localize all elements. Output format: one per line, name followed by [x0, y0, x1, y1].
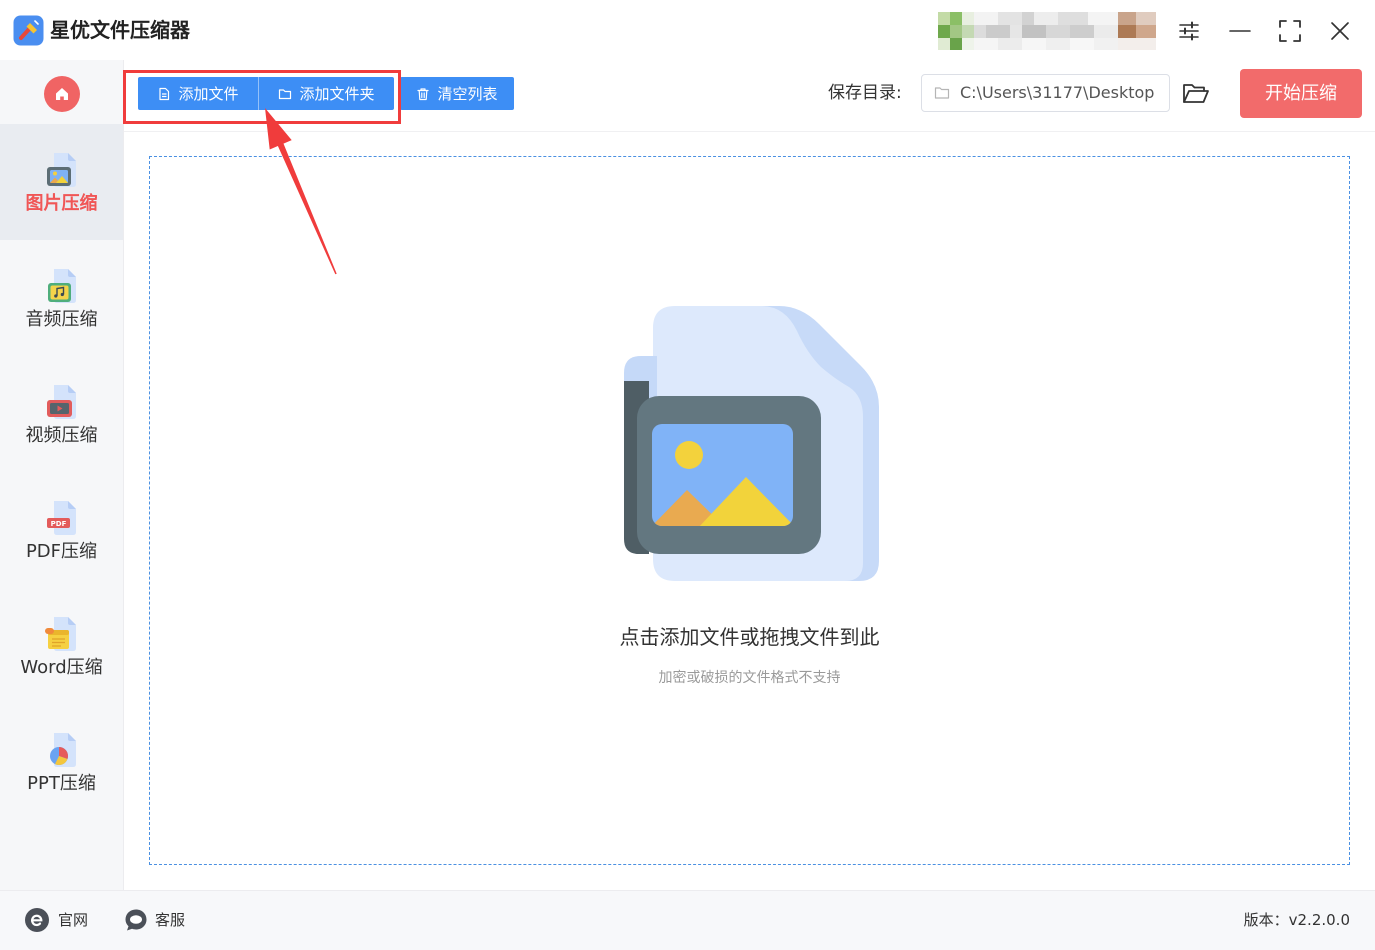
ie-icon [25, 908, 49, 932]
chat-icon [124, 908, 148, 932]
image-file-illustration [624, 306, 879, 581]
version-text: 版本：v2.2.0.0 [1243, 911, 1350, 929]
app-logo-icon [13, 15, 44, 46]
trash-icon [417, 87, 430, 100]
audio-compress-icon [42, 266, 82, 306]
sidebar-item-label: 音频压缩 [25, 309, 98, 330]
save-dir-input[interactable]: C:\Users\31177\Desktop [921, 74, 1170, 112]
sidebar-item-label: 图片压缩 [25, 193, 98, 214]
clear-list-button[interactable]: 清空列表 [400, 77, 514, 110]
user-avatar[interactable] [938, 12, 1156, 50]
clear-list-label: 清空列表 [437, 85, 498, 103]
website-label: 官网 [58, 911, 89, 929]
footer: 官网 客服 版本：v2.2.0.0 [0, 890, 1375, 950]
sidebar-item-audio-compress[interactable]: 音频压缩 [0, 240, 123, 356]
start-compress-button[interactable]: 开始压缩 [1240, 69, 1362, 118]
drop-subhint: 加密或破损的文件格式不支持 [658, 670, 841, 686]
folder-open-icon[interactable] [1182, 80, 1210, 106]
add-file-button[interactable]: 添加文件 [138, 77, 258, 110]
sidebar-item-ppt-compress[interactable]: PPT压缩 [0, 704, 123, 820]
app-window: 星优文件压缩器 图片压缩 音频压缩 视频压缩 PDF PDF压缩 Word压缩 … [0, 0, 1375, 950]
pdf-compress-icon: PDF [42, 498, 82, 538]
add-file-label: 添加文件 [178, 85, 239, 103]
drop-hint: 点击添加文件或拖拽文件到此 [619, 625, 880, 649]
title-bar: 星优文件压缩器 [0, 0, 1375, 60]
home-button[interactable] [44, 76, 80, 112]
add-folder-button[interactable]: 添加文件夹 [258, 77, 394, 110]
support-label: 客服 [155, 911, 186, 929]
sidebar-item-video-compress[interactable]: 视频压缩 [0, 356, 123, 472]
video-compress-icon [42, 382, 82, 422]
settings-sliders-icon[interactable] [1177, 19, 1201, 43]
folder-icon [934, 86, 950, 100]
image-compress-icon [42, 150, 82, 190]
sidebar-item-pdf-compress[interactable]: PDF PDF压缩 [0, 472, 123, 588]
website-link[interactable]: 官网 [25, 908, 89, 932]
ppt-compress-icon [42, 730, 82, 770]
sidebar-item-label: Word压缩 [20, 657, 103, 678]
sidebar-item-label: 视频压缩 [25, 425, 98, 446]
save-dir-value: C:\Users\31177\Desktop [960, 83, 1155, 102]
drop-zone[interactable]: 点击添加文件或拖拽文件到此 加密或破损的文件格式不支持 [149, 156, 1350, 865]
sidebar-item-label: PPT压缩 [27, 773, 96, 794]
pdf-icon-text: PDF [51, 520, 67, 528]
minimize-icon[interactable] [1228, 19, 1252, 43]
app-title: 星优文件压缩器 [50, 18, 190, 42]
word-compress-icon [42, 614, 82, 654]
save-dir-label: 保存目录: [828, 83, 902, 103]
close-icon[interactable] [1328, 19, 1352, 43]
sidebar-item-word-compress[interactable]: Word压缩 [0, 588, 123, 704]
file-icon [159, 87, 170, 100]
add-folder-label: 添加文件夹 [299, 85, 375, 103]
folder-icon [279, 88, 292, 99]
sidebar-item-label: PDF压缩 [25, 541, 98, 562]
toolbar-divider [124, 131, 1375, 132]
sidebar: 图片压缩 音频压缩 视频压缩 PDF PDF压缩 Word压缩 PPT压缩 [0, 60, 124, 890]
home-icon [56, 88, 68, 100]
maximize-icon[interactable] [1278, 19, 1302, 43]
support-link[interactable]: 客服 [124, 908, 188, 932]
sidebar-item-image-compress[interactable]: 图片压缩 [0, 124, 123, 240]
